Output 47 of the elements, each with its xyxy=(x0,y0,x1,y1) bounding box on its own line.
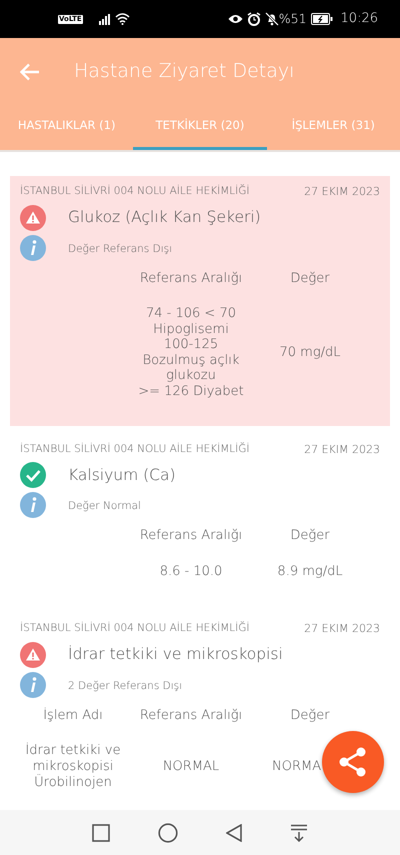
table-cell: NORMA xyxy=(272,759,322,775)
alarm-icon xyxy=(246,12,261,26)
tab[interactable]: HASTALIKLAR (1) xyxy=(0,105,134,150)
table-cell: 70 mg/dL xyxy=(279,345,340,361)
column-header: Referans Aralığı xyxy=(140,708,242,724)
result-date: 27 EKIM 2023 xyxy=(304,621,380,638)
test-name: İdrar tetkiki ve mikroskopisi xyxy=(68,644,283,666)
facility-name: İSTANBUL SİLİVRİ 004 NOLU AİLE HEKİMLİĞİ xyxy=(20,442,250,457)
notification-pull-icon[interactable] xyxy=(290,824,308,842)
tab[interactable]: İŞLEMLER (31) xyxy=(266,105,400,150)
info-icon xyxy=(20,672,46,698)
info-icon xyxy=(20,492,46,518)
column-header: Değer xyxy=(290,528,330,544)
battery-percent: %51 xyxy=(278,10,307,28)
facility-name: İSTANBUL SİLİVRİ 004 NOLU AİLE HEKİMLİĞİ xyxy=(20,184,250,199)
result-date: 27 EKIM 2023 xyxy=(304,184,380,200)
table-cell: 74 - 106 < 70 Hipoglisemi 100-125 Bozulmuş açlık glukozu >= 126 Diyabet xyxy=(138,306,244,400)
recent-apps-icon[interactable] xyxy=(92,824,110,842)
clock-time: 10:26 xyxy=(340,10,378,28)
result-note: Değer Normal xyxy=(68,499,141,514)
column-header: İşlem Adı xyxy=(43,708,103,724)
battery-icon xyxy=(310,13,333,25)
table-cell: 8.6 - 10.0 xyxy=(160,564,222,580)
eye-icon xyxy=(228,14,243,24)
result-date: 27 EKIM 2023 xyxy=(304,442,380,458)
table-cell: İdrar tetkiki ve mikroskopisi Ürobilinojen xyxy=(25,743,121,790)
info-icon xyxy=(20,234,46,260)
column-header: Referans Aralığı xyxy=(140,528,242,544)
test-name: Glukoz (Açlık Kan Şekeri) xyxy=(68,206,261,228)
column-header: Değer xyxy=(290,270,330,286)
screen-title: Hastane Ziyaret Detayı xyxy=(74,59,294,84)
muted-bell-icon xyxy=(264,12,279,26)
share-icon xyxy=(339,747,367,777)
home-icon[interactable] xyxy=(158,822,178,842)
share-button[interactable] xyxy=(322,731,384,793)
column-header: Değer xyxy=(290,708,330,724)
result-note: 2 Değer Referans Dışı xyxy=(68,678,182,694)
wifi-icon xyxy=(114,13,130,25)
table-cell: NORMAL xyxy=(162,759,220,775)
back-icon[interactable] xyxy=(226,824,242,842)
test-name: Kalsiyum (Ca) xyxy=(68,464,176,486)
facility-name: İSTANBUL SİLİVRİ 004 NOLU AİLE HEKİMLİĞİ xyxy=(20,621,250,636)
column-header: Referans Aralığı xyxy=(140,270,242,286)
tab[interactable]: TETKİKLER (20) xyxy=(133,105,267,150)
table-cell: 8.9 mg/dL xyxy=(277,564,343,580)
result-note: Değer Referans Dışı xyxy=(68,242,172,257)
signal-icon xyxy=(98,14,111,24)
